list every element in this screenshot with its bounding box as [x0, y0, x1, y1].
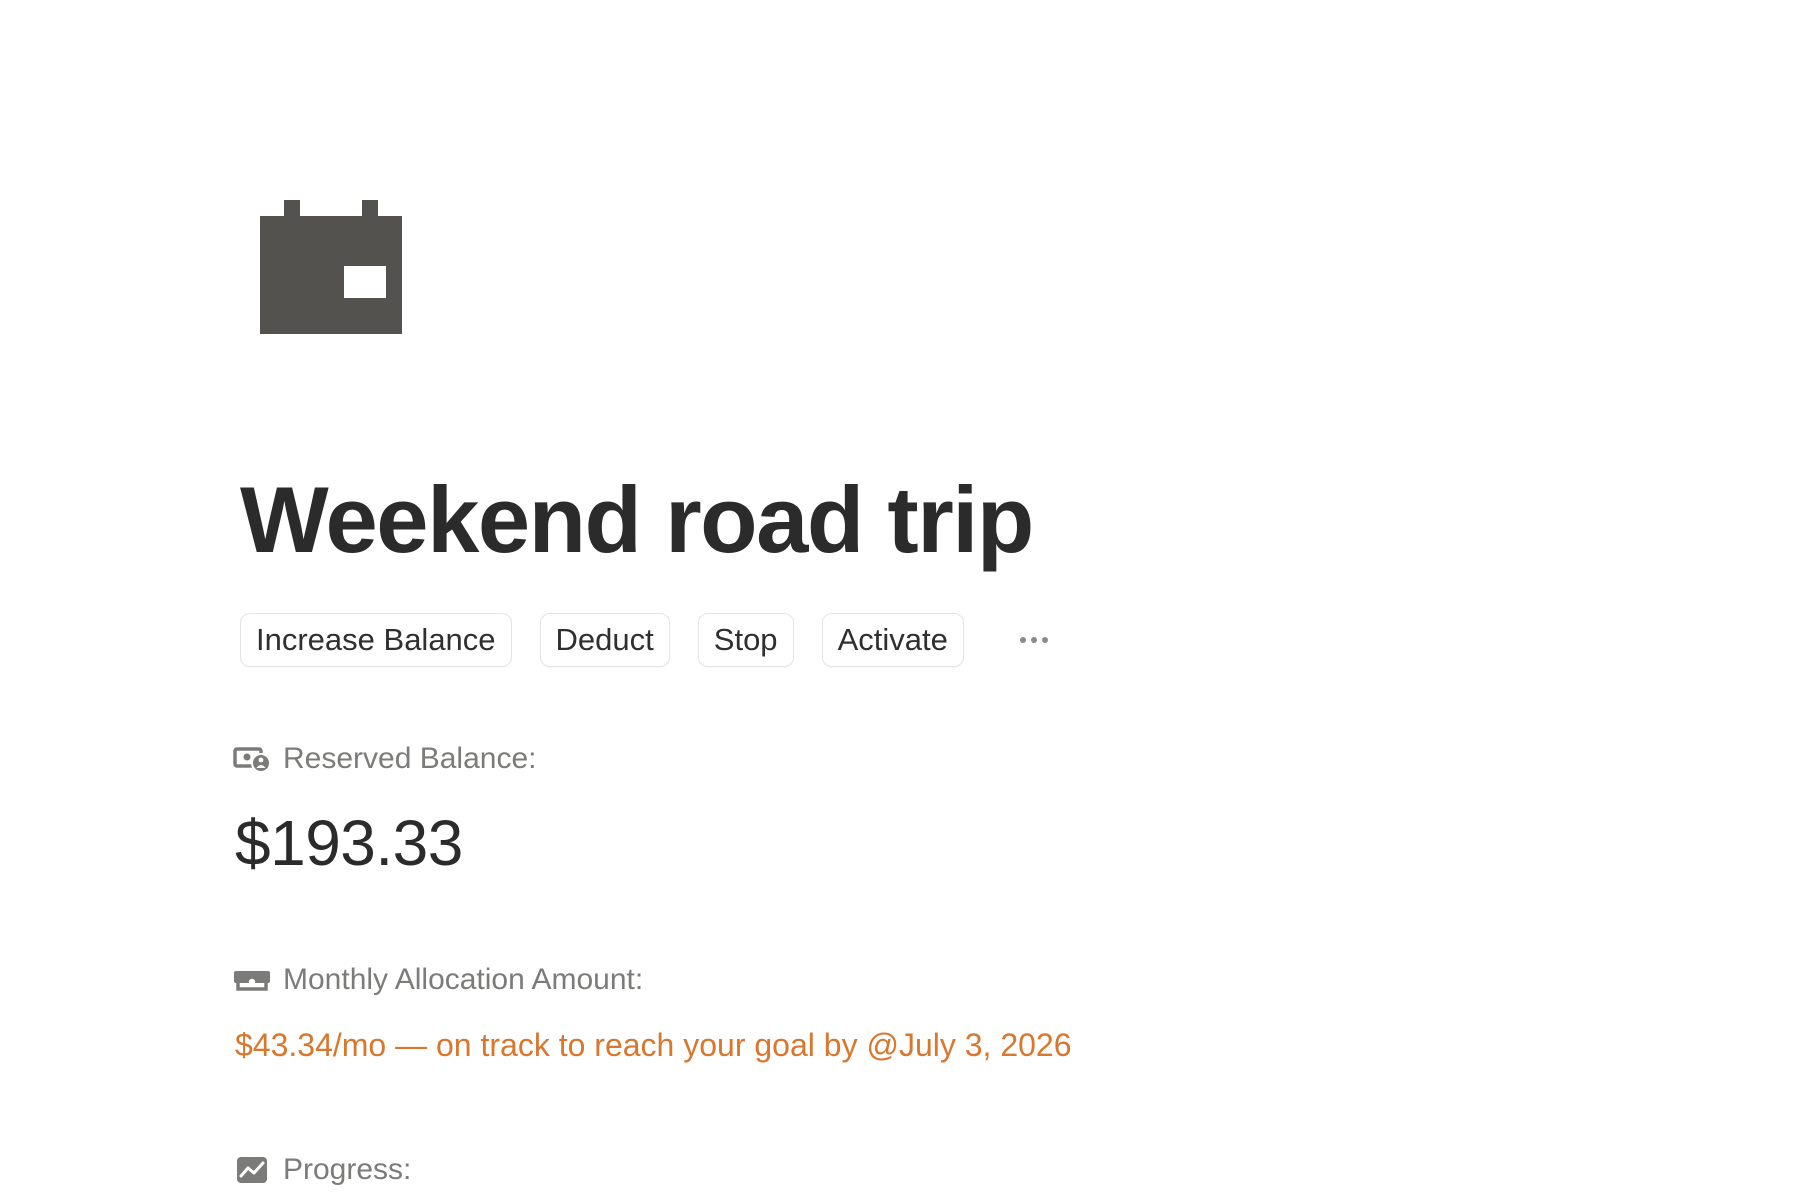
progress-label-text: Progress:: [283, 1153, 412, 1186]
money-lock-icon: [233, 747, 271, 773]
increase-balance-button[interactable]: Increase Balance: [240, 613, 512, 667]
calendar-icon[interactable]: [260, 200, 402, 334]
monthly-allocation-label-text: Monthly Allocation Amount:: [283, 963, 644, 996]
progress-label: Progress:: [233, 1153, 411, 1187]
more-horizontal-icon[interactable]: [1014, 613, 1054, 667]
deduct-button[interactable]: Deduct: [539, 613, 670, 667]
monthly-allocation-value[interactable]: $43.34/mo — on track to reach your goal …: [235, 1027, 1072, 1064]
stop-button[interactable]: Stop: [697, 613, 794, 667]
action-toolbar: Increase Balance Deduct Stop Activate: [240, 612, 1054, 668]
reserved-balance-label: Reserved Balance:: [233, 742, 536, 776]
page: Weekend road trip Increase Balance Deduc…: [0, 0, 1800, 1200]
reserved-balance-value: $193.33: [235, 807, 463, 879]
monthly-allocation-label: Monthly Allocation Amount:: [233, 963, 643, 997]
page-title[interactable]: Weekend road trip: [240, 465, 1034, 575]
chart-trend-icon: [237, 1157, 267, 1183]
activate-button[interactable]: Activate: [821, 613, 964, 667]
reserved-balance-label-text: Reserved Balance:: [283, 742, 537, 775]
cash-bill-icon: [234, 971, 270, 991]
